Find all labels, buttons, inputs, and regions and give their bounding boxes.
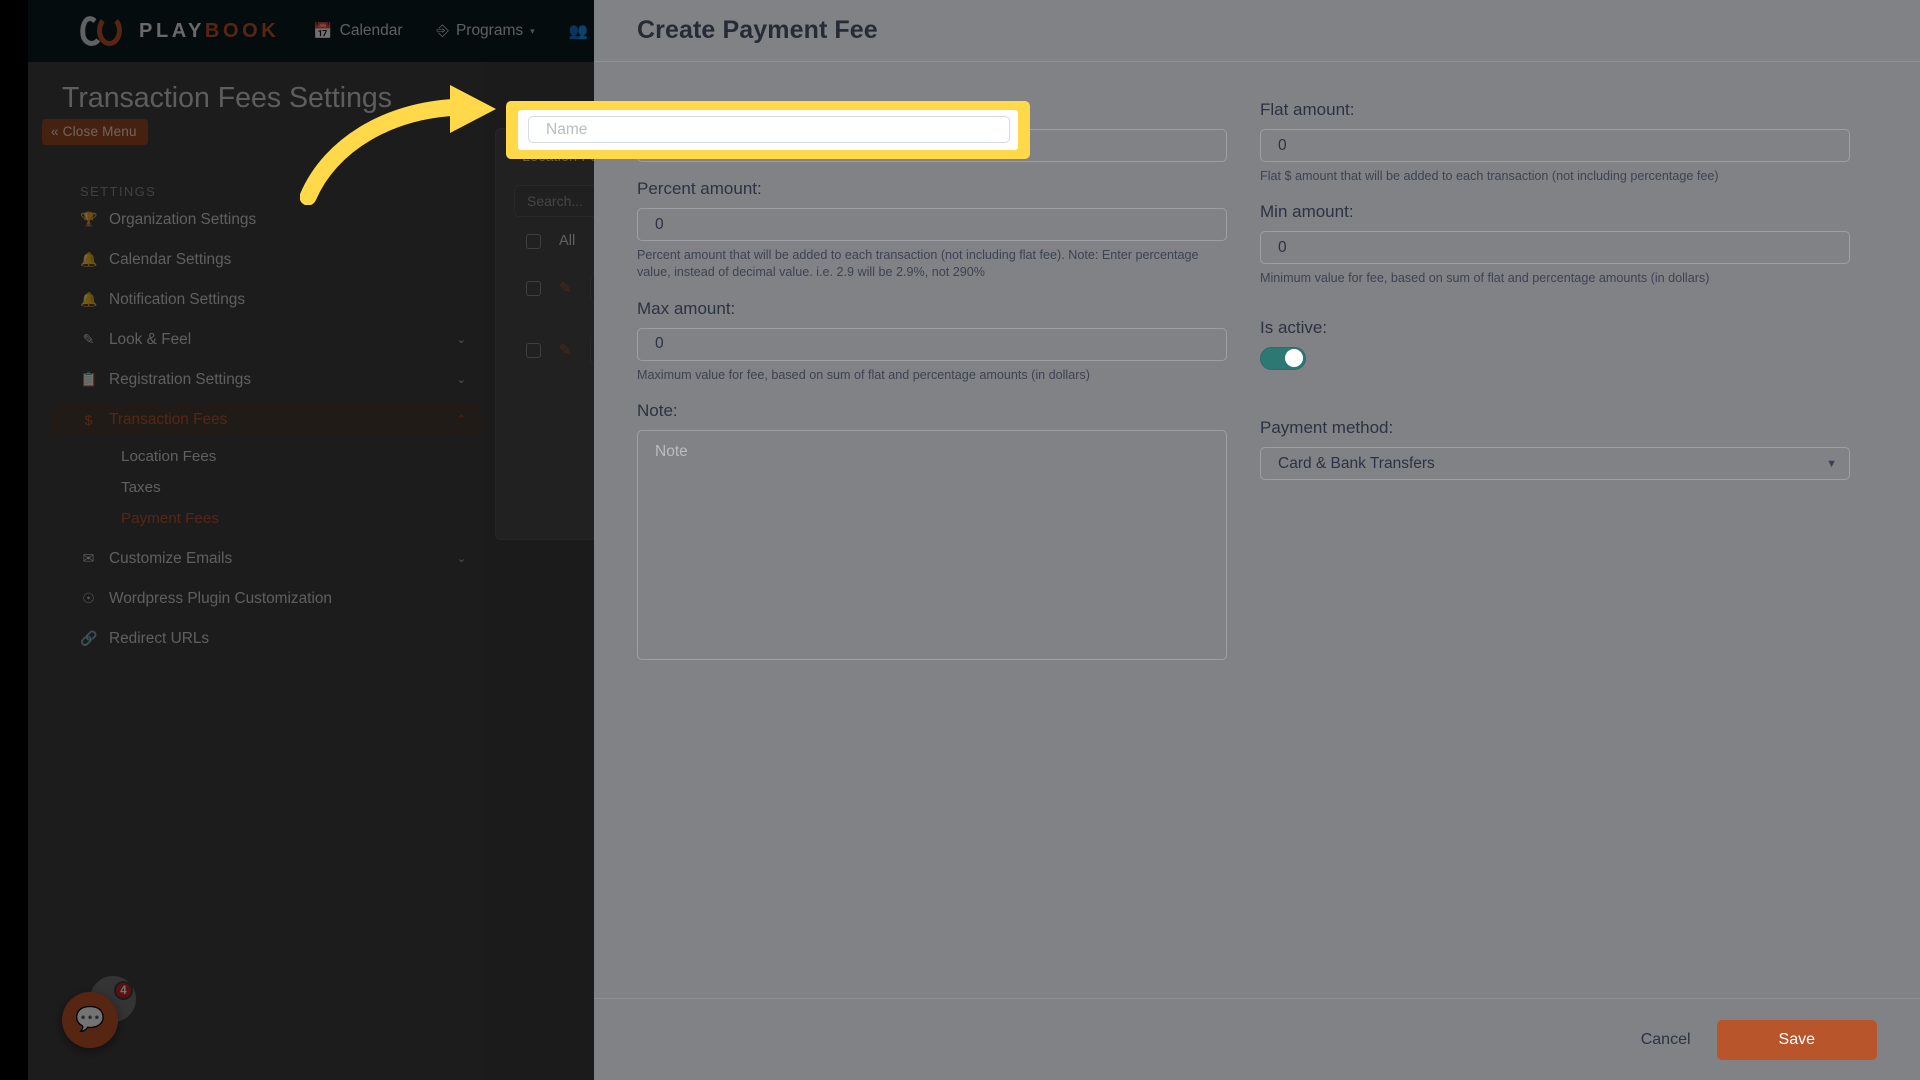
field-payment-method: Payment method: Card & Bank Transfers ▼ <box>1260 418 1850 480</box>
screen: PLAYBOOK 📅 Calendar ⎆ Programs ▾ 👥 Staff… <box>0 0 1920 1080</box>
payment-method-label: Payment method: <box>1260 417 1394 437</box>
modal-title: Create Payment Fee <box>637 16 878 44</box>
flat-amount-input[interactable] <box>1260 129 1850 162</box>
field-note: Note: <box>637 401 1227 665</box>
min-amount-input[interactable] <box>1260 231 1850 265</box>
form-column-right: Flat amount: Flat $ amount that will be … <box>1260 100 1850 682</box>
field-min-amount: Min amount: Minimum value for fee, based… <box>1260 202 1850 287</box>
note-textarea[interactable] <box>637 430 1227 661</box>
min-amount-help: Minimum value for fee, based on sum of f… <box>1260 271 1710 286</box>
cancel-button[interactable]: Cancel <box>1641 1031 1691 1049</box>
field-is-active: Is active: <box>1260 318 1850 370</box>
save-button[interactable]: Save <box>1716 1019 1877 1060</box>
flat-amount-label: Flat amount: <box>1260 100 1355 119</box>
field-max-amount: Max amount: Maximum value for fee, based… <box>637 299 1227 384</box>
modal-footer: Cancel Save <box>594 998 1920 1080</box>
flat-amount-help: Flat $ amount that will be added to each… <box>1260 169 1719 183</box>
is-active-label: Is active: <box>1260 317 1328 337</box>
modal-header: Create Payment Fee <box>594 0 1920 62</box>
field-flat-amount: Flat amount: Flat $ amount that will be … <box>1260 100 1850 185</box>
field-percent-amount: Percent amount: Percent amount that will… <box>637 179 1227 282</box>
percent-amount-label: Percent amount: <box>637 179 762 198</box>
percent-amount-input[interactable] <box>637 208 1227 241</box>
percent-amount-help: Percent amount that will be added to eac… <box>637 248 1199 280</box>
name-input-highlighted[interactable]: Name <box>528 116 1010 143</box>
note-label: Note: <box>637 401 678 421</box>
tutorial-arrow-icon <box>300 85 496 205</box>
toggle-knob <box>1285 349 1303 368</box>
left-black-strip <box>0 0 28 1080</box>
payment-method-select[interactable]: Card & Bank Transfers <box>1260 446 1850 480</box>
create-payment-fee-modal: Create Payment Fee Name: Percent amount:… <box>594 0 1920 1080</box>
max-amount-label: Max amount: <box>637 298 736 318</box>
max-amount-help: Maximum value for fee, based on sum of f… <box>637 367 1090 382</box>
tutorial-highlight-name-field: Name <box>506 101 1030 159</box>
max-amount-input[interactable] <box>637 327 1227 361</box>
modal-body: Name: Percent amount: Percent amount tha… <box>594 62 1920 998</box>
form-column-left: Name: Percent amount: Percent amount tha… <box>637 100 1227 682</box>
is-active-toggle[interactable] <box>1260 346 1306 370</box>
min-amount-label: Min amount: <box>1260 202 1354 222</box>
